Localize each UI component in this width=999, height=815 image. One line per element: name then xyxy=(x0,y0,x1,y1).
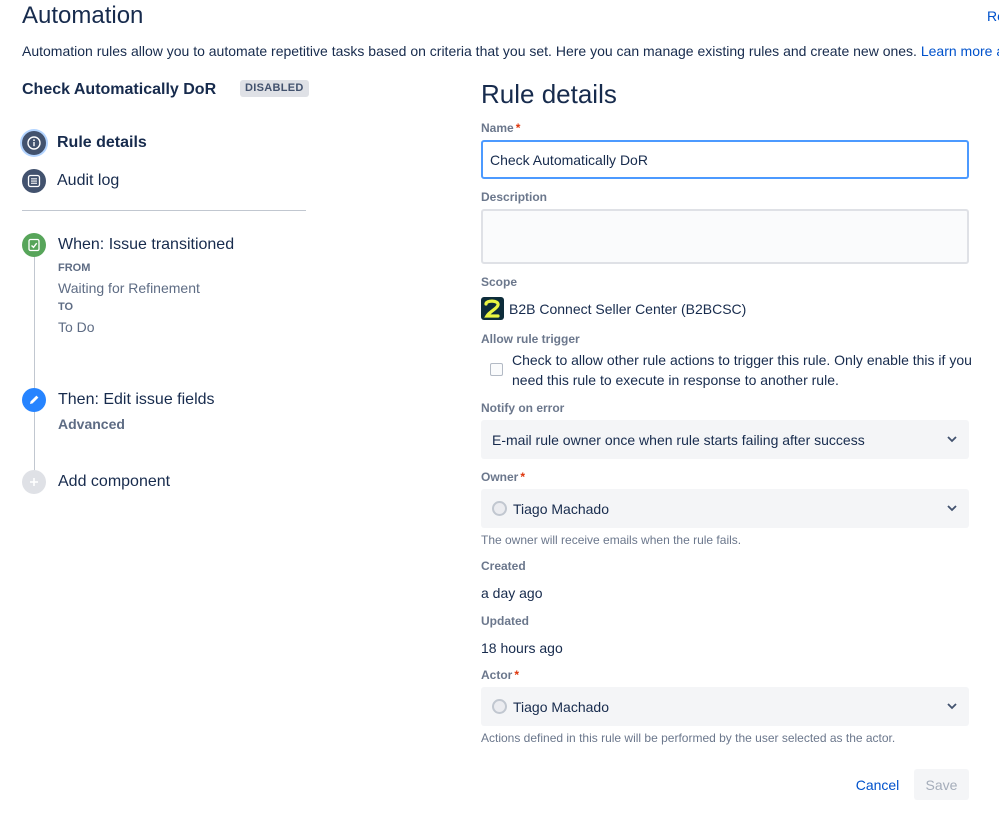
add-component-button[interactable]: Add component xyxy=(22,470,170,494)
chevron-down-icon xyxy=(944,698,960,717)
allow-trigger-label: Allow rule trigger xyxy=(481,332,580,346)
action-component[interactable]: Then: Edit issue fields Advanced xyxy=(22,388,306,434)
transition-icon xyxy=(22,233,46,257)
scope-row: B2B Connect Seller Center (B2BCSC) xyxy=(481,297,746,320)
user-avatar-icon xyxy=(492,699,507,714)
action-subtitle: Advanced xyxy=(58,416,125,432)
description-label: Description xyxy=(481,190,548,204)
actor-label-text: Actor xyxy=(481,668,513,682)
created-label: Created xyxy=(481,559,526,573)
nav-item-audit-log[interactable]: Audit log xyxy=(22,169,119,193)
actor-helper-text: Actions defined in this rule will be per… xyxy=(481,731,896,745)
rule-details-title: Rule details xyxy=(481,79,617,109)
status-badge: DISABLED xyxy=(240,80,309,97)
add-component-label: Add component xyxy=(58,473,171,490)
name-input[interactable] xyxy=(481,140,969,179)
owner-value: Tiago Machado xyxy=(513,500,609,517)
sidebar-divider xyxy=(22,210,306,211)
owner-label-text: Owner xyxy=(481,470,519,484)
pencil-icon xyxy=(22,388,46,412)
rule-name-heading: Check Automatically DoR xyxy=(22,81,217,98)
trigger-title: When: Issue transitioned xyxy=(58,236,235,253)
trigger-from-label: FROM xyxy=(58,262,91,274)
trigger-to-value: To Do xyxy=(58,319,95,335)
allow-trigger-checkbox[interactable] xyxy=(490,363,503,376)
description-input[interactable] xyxy=(481,209,969,264)
save-button[interactable]: Save xyxy=(914,769,969,800)
name-label-text: Name xyxy=(481,121,514,135)
plus-icon xyxy=(22,470,46,494)
project-avatar-icon xyxy=(481,297,504,320)
page-title: Automation xyxy=(22,2,144,29)
required-mark: * xyxy=(514,668,520,682)
trigger-component[interactable]: When: Issue transitioned FROM Waiting fo… xyxy=(22,233,306,343)
scope-value: B2B Connect Seller Center (B2BCSC) xyxy=(509,300,747,317)
nav-item-label: Audit log xyxy=(57,172,120,189)
info-icon xyxy=(22,131,46,155)
nav-item-rule-details[interactable]: Rule details xyxy=(22,131,147,155)
list-icon xyxy=(22,169,46,193)
actor-label: Actor * xyxy=(481,668,519,682)
owner-helper-text: The owner will receive emails when the r… xyxy=(481,533,742,547)
action-title: Then: Edit issue fields xyxy=(58,391,215,408)
actor-select[interactable]: Tiago Machado xyxy=(481,687,969,726)
owner-label: Owner * xyxy=(481,470,525,484)
notify-select[interactable]: E-mail rule owner once when rule starts … xyxy=(481,420,969,459)
chevron-down-icon xyxy=(944,431,960,450)
nav-item-label: Rule details xyxy=(57,134,147,151)
trigger-to-label: TO xyxy=(58,301,74,313)
learn-more-link[interactable]: Learn more abou xyxy=(921,43,999,59)
owner-select[interactable]: Tiago Machado xyxy=(481,489,969,528)
notify-value: E-mail rule owner once when rule starts … xyxy=(492,431,865,448)
intro-description: Automation rules allow you to automate r… xyxy=(22,43,921,59)
required-mark: * xyxy=(515,121,521,135)
updated-value: 18 hours ago xyxy=(481,640,563,656)
cancel-button[interactable]: Cancel xyxy=(846,769,909,800)
chevron-down-icon xyxy=(944,500,960,519)
name-label: Name * xyxy=(481,121,520,135)
user-avatar-icon xyxy=(492,501,507,516)
trigger-from-value: Waiting for Refinement xyxy=(58,280,200,296)
created-value: a day ago xyxy=(481,585,543,601)
updated-label: Updated xyxy=(481,614,529,628)
top-right-link[interactable]: Re xyxy=(987,8,999,24)
allow-trigger-text: Check to allow other rule actions to tri… xyxy=(512,352,972,388)
notify-label: Notify on error xyxy=(481,401,565,415)
actor-value: Tiago Machado xyxy=(513,698,609,715)
required-mark: * xyxy=(520,470,526,484)
scope-label: Scope xyxy=(481,275,518,289)
intro-text: Automation rules allow you to automate r… xyxy=(22,43,999,59)
